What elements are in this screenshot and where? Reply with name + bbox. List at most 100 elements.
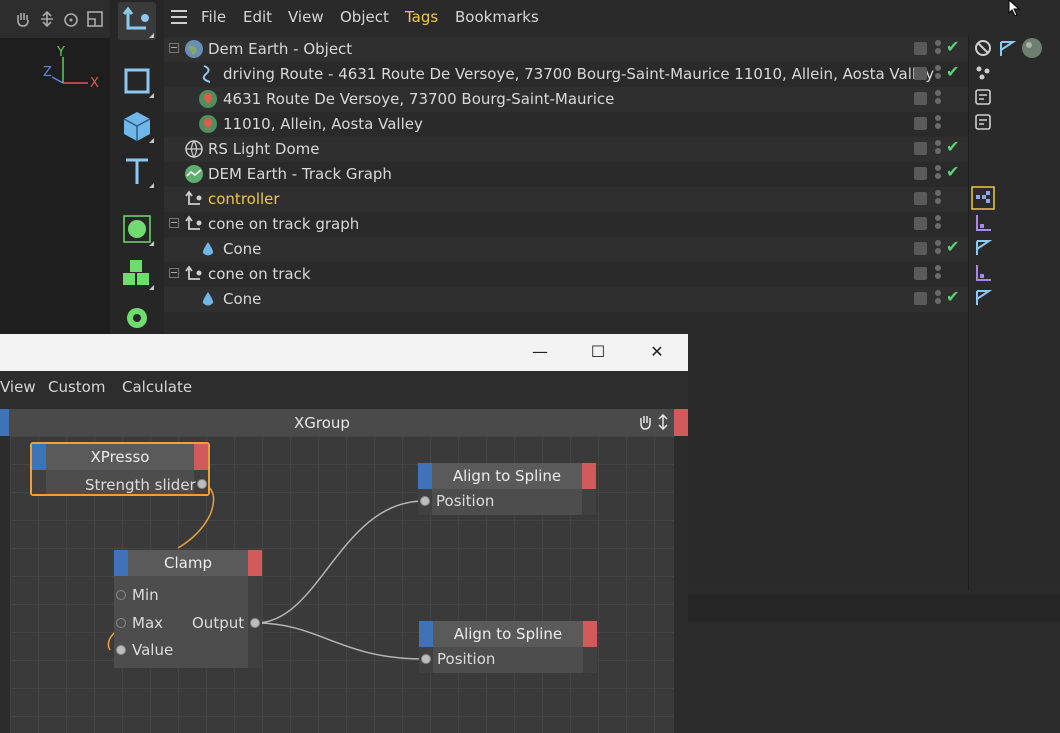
align-to-spline-tag-icon[interactable]	[973, 263, 993, 283]
edit-icon[interactable]	[914, 192, 927, 205]
port-label: Output	[192, 614, 245, 632]
move-icon[interactable]	[38, 10, 56, 28]
edit-icon[interactable]	[914, 67, 927, 80]
menu-view[interactable]: View	[0, 378, 36, 396]
visibility-dots[interactable]	[935, 240, 941, 258]
xgroup-header[interactable]: XGroup	[0, 409, 688, 436]
visibility-dots[interactable]	[935, 165, 941, 183]
xpresso-tag-icon[interactable]	[971, 186, 995, 210]
collapse-toggle[interactable]	[169, 218, 179, 228]
input-port-value[interactable]	[116, 645, 126, 655]
collapse-toggle[interactable]	[169, 268, 179, 278]
port-label: Strength slider	[85, 476, 196, 494]
edit-icon[interactable]	[914, 117, 927, 130]
enabled-check-icon[interactable]: ✔	[946, 287, 959, 306]
xpresso-menubar: View Custom Calculate	[0, 371, 688, 409]
menu-bookmarks[interactable]: Bookmarks	[455, 8, 539, 26]
points-tag-icon[interactable]	[973, 63, 993, 83]
maximize-button[interactable]: ☐	[586, 342, 610, 362]
output-port[interactable]	[250, 618, 260, 628]
attributes-panel-header	[688, 594, 1060, 622]
input-port-min[interactable]	[116, 590, 126, 600]
edit-icon[interactable]	[914, 92, 927, 105]
visibility-dots[interactable]	[935, 190, 941, 208]
tree-row-driving-route[interactable]: driving Route - 4631 Route De Versoye, 7…	[164, 62, 968, 87]
light-dome-icon	[185, 140, 203, 159]
input-port-position[interactable]	[421, 654, 431, 664]
menu-view[interactable]: View	[288, 8, 324, 26]
rectangle-tool-button[interactable]	[118, 62, 156, 100]
tree-row-cone-2[interactable]: Cone ✔	[164, 287, 968, 312]
tree-row-cone-1[interactable]: Cone ✔	[164, 237, 968, 262]
align-to-spline-tag-icon[interactable]	[973, 213, 993, 233]
align-to-spline-node-2[interactable]: Align to Spline Position	[419, 621, 597, 673]
annotation-tag-icon[interactable]	[973, 87, 993, 107]
edit-icon[interactable]	[914, 267, 927, 280]
hand-pan-icon[interactable]	[14, 10, 32, 28]
edit-icon[interactable]	[914, 217, 927, 230]
edit-icon[interactable]	[914, 42, 927, 55]
edit-icon[interactable]	[914, 292, 927, 305]
visibility-dots[interactable]	[935, 90, 941, 108]
hand-pan-icon[interactable]	[638, 414, 652, 430]
input-port-max[interactable]	[116, 618, 126, 628]
visibility-dots[interactable]	[935, 115, 941, 133]
settings-tool-button[interactable]	[118, 298, 156, 336]
port-label: Position	[437, 650, 496, 668]
enabled-check-icon[interactable]: ✔	[946, 37, 959, 56]
window-titlebar[interactable]: — ☐ ✕	[0, 334, 688, 371]
visibility-dots[interactable]	[935, 140, 941, 158]
edit-icon[interactable]	[914, 142, 927, 155]
xpresso-node[interactable]: XPresso Strength slider	[30, 442, 210, 496]
input-port-position[interactable]	[420, 496, 430, 506]
tree-row-allein[interactable]: 11010, Allein, Aosta Valley	[164, 112, 968, 137]
menu-object[interactable]: Object	[340, 8, 389, 26]
close-button[interactable]: ✕	[645, 342, 669, 362]
tree-row-cone-on-track-graph[interactable]: cone on track graph	[164, 212, 968, 237]
menu-calculate[interactable]: Calculate	[122, 378, 192, 396]
tree-row-controller[interactable]: controller	[164, 187, 968, 212]
tree-row-cone-on-track[interactable]: cone on track	[164, 262, 968, 287]
tree-row-label: Dem Earth - Object	[208, 40, 353, 58]
tree-row-label: controller	[208, 190, 280, 208]
cloner-tool-button[interactable]	[118, 254, 156, 292]
clamp-node[interactable]: Clamp Min Max Value Output	[114, 550, 262, 668]
annotation-tag-icon[interactable]	[973, 112, 993, 132]
tree-row-rs-light-dome[interactable]: RS Light Dome ✔	[164, 137, 968, 162]
emitter-tool-button[interactable]	[118, 210, 156, 248]
enabled-check-icon[interactable]: ✔	[946, 62, 959, 81]
collapse-toggle[interactable]	[169, 43, 179, 53]
text-tool-button[interactable]	[118, 152, 156, 190]
edit-icon[interactable]	[914, 242, 927, 255]
phong-tag-icon[interactable]	[997, 38, 1017, 58]
menu-tags[interactable]: Tags	[405, 8, 438, 26]
align-to-spline-node-1[interactable]: Align to Spline Position	[418, 463, 596, 515]
menu-custom[interactable]: Custom	[48, 378, 105, 396]
maximize-view-icon[interactable]	[86, 10, 104, 28]
tree-row-track-graph[interactable]: DEM Earth - Track Graph ✔	[164, 162, 968, 187]
tree-row-dem-earth-object[interactable]: Dem Earth - Object ✔	[164, 37, 968, 62]
no-render-tag-icon[interactable]	[973, 38, 993, 58]
material-tag-icon[interactable]	[1021, 37, 1043, 59]
menu-file[interactable]: File	[201, 8, 226, 26]
visibility-dots[interactable]	[935, 40, 941, 58]
phong-tag-icon[interactable]	[973, 287, 993, 307]
minimize-button[interactable]: —	[528, 342, 552, 362]
cube-tool-button[interactable]	[118, 107, 156, 145]
visibility-dots[interactable]	[935, 290, 941, 308]
enabled-check-icon[interactable]: ✔	[946, 137, 959, 156]
rotate-icon[interactable]	[62, 10, 80, 28]
move-icon[interactable]	[656, 414, 670, 430]
tree-row-route-de-versoye[interactable]: 4631 Route De Versoye, 73700 Bourg-Saint…	[164, 87, 968, 112]
hamburger-menu-icon[interactable]	[170, 9, 188, 25]
edit-icon[interactable]	[914, 167, 927, 180]
visibility-dots[interactable]	[935, 265, 941, 283]
visibility-dots[interactable]	[935, 65, 941, 83]
visibility-dots[interactable]	[935, 215, 941, 233]
menu-edit[interactable]: Edit	[243, 8, 272, 26]
output-port[interactable]	[197, 479, 207, 489]
phong-tag-icon[interactable]	[973, 237, 993, 257]
enabled-check-icon[interactable]: ✔	[946, 162, 959, 181]
null-tool-button[interactable]	[118, 2, 156, 40]
enabled-check-icon[interactable]: ✔	[946, 237, 959, 256]
